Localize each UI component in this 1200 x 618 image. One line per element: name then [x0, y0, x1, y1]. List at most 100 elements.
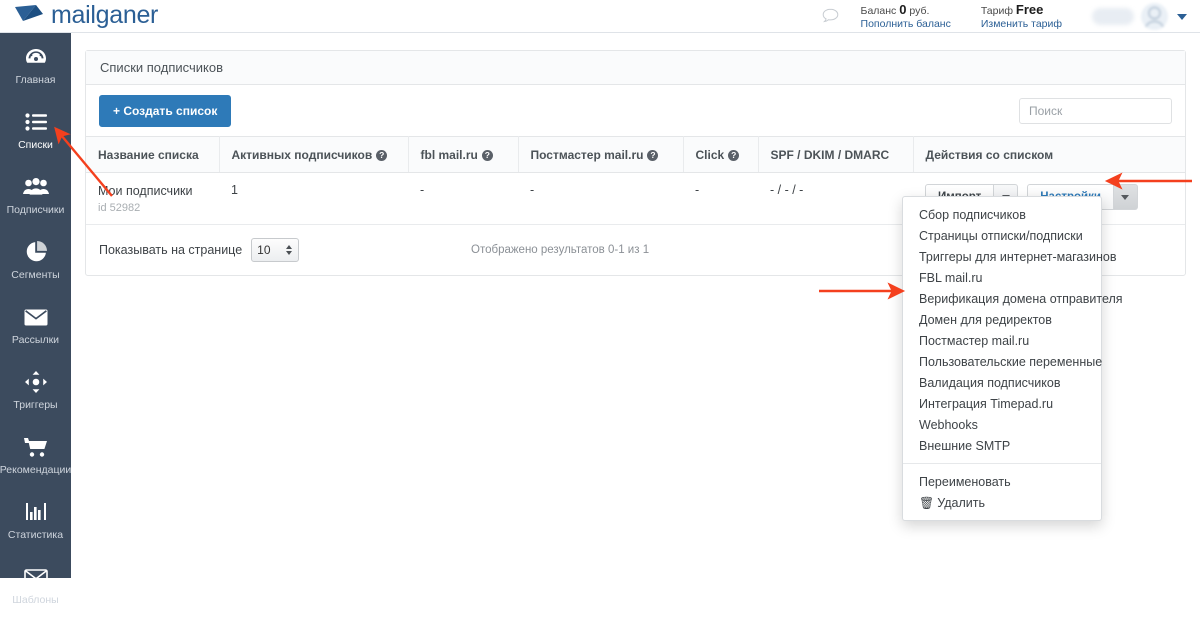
menu-item-triggery-magazinov[interactable]: Триггеры для интернет-магазинов	[903, 246, 1116, 267]
balance-info: Баланс 0 руб. Пополнить баланс	[861, 2, 951, 31]
cell-spf-dkim-dmarc: - / - / -	[758, 172, 913, 225]
balance-value: 0	[899, 1, 907, 17]
avatar[interactable]	[1141, 3, 1168, 30]
list-icon	[24, 110, 47, 134]
column-label: Действия со списком	[925, 147, 1054, 162]
column-header-spf-dkim-dmarc: SPF / DKIM / DMARC	[758, 136, 914, 173]
card-toolbar: + Создать список	[86, 85, 1185, 136]
per-page-label: Показывать на странице	[99, 242, 243, 257]
cell-fbl: -	[408, 172, 518, 225]
column-header-active-subscribers: Активных подписчиков?	[219, 136, 409, 173]
top-header: mailganer Баланс 0 руб. Пополнить баланс…	[0, 0, 1200, 33]
column-header-actions: Действия со списком	[913, 136, 1185, 173]
sidebar-item-label: Триггеры	[13, 399, 58, 411]
stepper-arrows-icon	[286, 244, 293, 255]
menu-item-validaciya-podpischikov[interactable]: Валидация подписчиков	[903, 372, 1101, 393]
sidebar-item-statistika[interactable]: Статистика	[0, 488, 71, 553]
create-list-button[interactable]: + Создать список	[99, 94, 232, 127]
move-arrows-icon	[24, 370, 47, 394]
balance-label: Баланс	[860, 4, 897, 17]
chevron-down-icon	[1121, 194, 1130, 200]
shopping-cart-icon	[23, 435, 48, 459]
sidebar-item-label: Рассылки	[11, 334, 60, 346]
sidebar-item-podpischiki[interactable]: Подписчики	[0, 163, 71, 228]
menu-item-postmaster-mailru[interactable]: Постмастер mail.ru	[903, 330, 1101, 351]
sidebar-item-spiski[interactable]: Списки	[0, 98, 71, 163]
menu-item-sbor-podpischikov[interactable]: Сбор подписчиков	[903, 204, 1101, 225]
column-label: SPF / DKIM / DMARC	[770, 147, 890, 162]
sidebar-item-glavnaya[interactable]: Главная	[0, 33, 71, 98]
sidebar-item-shablony[interactable]: Шаблоны	[0, 553, 71, 618]
envelope-open-icon	[23, 565, 48, 589]
column-header-name: Название списка	[86, 136, 220, 173]
cell-active-subscribers: 1	[219, 172, 408, 225]
results-info: Отображено результатов 0-1 из 1	[471, 243, 650, 256]
settings-dropdown-toggle[interactable]	[1113, 184, 1138, 210]
plan-info: Тариф Free Изменить тариф	[981, 2, 1062, 31]
sidebar-item-label: Сегменты	[11, 269, 60, 281]
sidebar: Главная Списки Подписчики Сегменты Рассы…	[0, 33, 71, 606]
page-title: Списки подписчиков	[86, 51, 1185, 85]
chevron-down-icon[interactable]	[1177, 13, 1187, 20]
users-icon	[22, 175, 49, 199]
cell-list-name: Мои подписчики id 52982	[86, 172, 219, 225]
column-label: Активных подписчиков	[231, 147, 373, 162]
pie-chart-icon	[25, 240, 47, 264]
per-page-select[interactable]: 10	[251, 237, 300, 262]
sidebar-item-label: Подписчики	[6, 204, 65, 216]
sidebar-item-label: Главная	[15, 74, 56, 86]
sidebar-item-label: Рекомендации	[0, 464, 72, 476]
help-icon[interactable]: ?	[481, 149, 493, 161]
sidebar-item-segmenty[interactable]: Сегменты	[0, 228, 71, 293]
chat-bubble-icon[interactable]	[822, 8, 839, 26]
plan-label: Тариф	[980, 4, 1013, 17]
column-label: Название списка	[98, 147, 199, 162]
menu-item-polzovatelskie-peremennye[interactable]: Пользовательские переменные	[903, 351, 1102, 372]
per-page-value: 10	[257, 242, 271, 257]
sidebar-item-label: Списки	[18, 139, 53, 151]
envelope-arrow-icon	[14, 2, 44, 29]
sidebar-item-rekomendacii[interactable]: Рекомендации	[0, 423, 71, 488]
menu-item-udalit[interactable]: 🗑 Удалить	[903, 492, 1101, 513]
envelope-icon	[24, 305, 48, 329]
list-name[interactable]: Мои подписчики	[98, 183, 219, 200]
column-header-postmaster: Постмастер mail.ru?	[518, 136, 684, 173]
help-icon[interactable]: ?	[376, 149, 388, 161]
sidebar-item-label: Статистика	[7, 529, 64, 541]
sidebar-item-triggery[interactable]: Триггеры	[0, 358, 71, 423]
menu-item-webhooks[interactable]: Webhooks	[903, 414, 1101, 435]
app-logo[interactable]: mailganer	[14, 2, 158, 29]
menu-divider	[903, 463, 1101, 464]
list-id-prefix: id	[98, 201, 107, 214]
help-icon[interactable]: ?	[728, 149, 740, 161]
balance-unit: руб.	[909, 4, 930, 17]
menu-item-verifikaciya-domena[interactable]: Верификация домена отправителя	[903, 288, 1123, 309]
menu-item-stranicy-otpiski[interactable]: Страницы отписки/подписки	[903, 225, 1101, 246]
sidebar-item-rassylki[interactable]: Рассылки	[0, 293, 71, 358]
table-header-row: Название списка Активных подписчиков? fb…	[86, 136, 1185, 173]
list-id-value: 52982	[109, 201, 141, 214]
help-icon[interactable]: ?	[647, 149, 659, 161]
column-label: fbl mail.ru	[420, 147, 478, 162]
balance-line: Баланс 0 руб.	[861, 2, 951, 18]
menu-item-fbl-mailru[interactable]: FBL mail.ru	[903, 267, 1101, 288]
topup-balance-link[interactable]: Пополнить баланс	[861, 18, 951, 31]
trash-icon: 🗑	[919, 495, 935, 510]
menu-item-domen-redirektov[interactable]: Домен для редиректов	[903, 309, 1101, 330]
plan-line: Тариф Free	[981, 2, 1062, 18]
settings-dropdown-menu: Сбор подписчиков Страницы отписки/подпис…	[902, 196, 1123, 521]
column-header-click: Click?	[683, 136, 759, 173]
menu-item-integraciya-timepad[interactable]: Интеграция Timepad.ru	[903, 393, 1101, 414]
menu-item-pereimenovat[interactable]: Переименовать	[903, 471, 1101, 492]
column-label: Постмастер mail.ru	[530, 147, 644, 162]
column-label: Click	[695, 147, 725, 162]
list-id: id 52982	[98, 202, 219, 214]
plan-value: Free	[1015, 1, 1044, 17]
sidebar-item-label: Шаблоны	[12, 594, 59, 606]
cell-postmaster: -	[518, 172, 683, 225]
search-input[interactable]	[1019, 97, 1172, 124]
header-right-cluster: Баланс 0 руб. Пополнить баланс Тариф Fre…	[822, 0, 1200, 33]
menu-item-vneshnie-smtp[interactable]: Внешние SMTP	[903, 435, 1101, 456]
cell-click: -	[683, 172, 758, 225]
change-plan-link[interactable]: Изменить тариф	[981, 18, 1062, 31]
